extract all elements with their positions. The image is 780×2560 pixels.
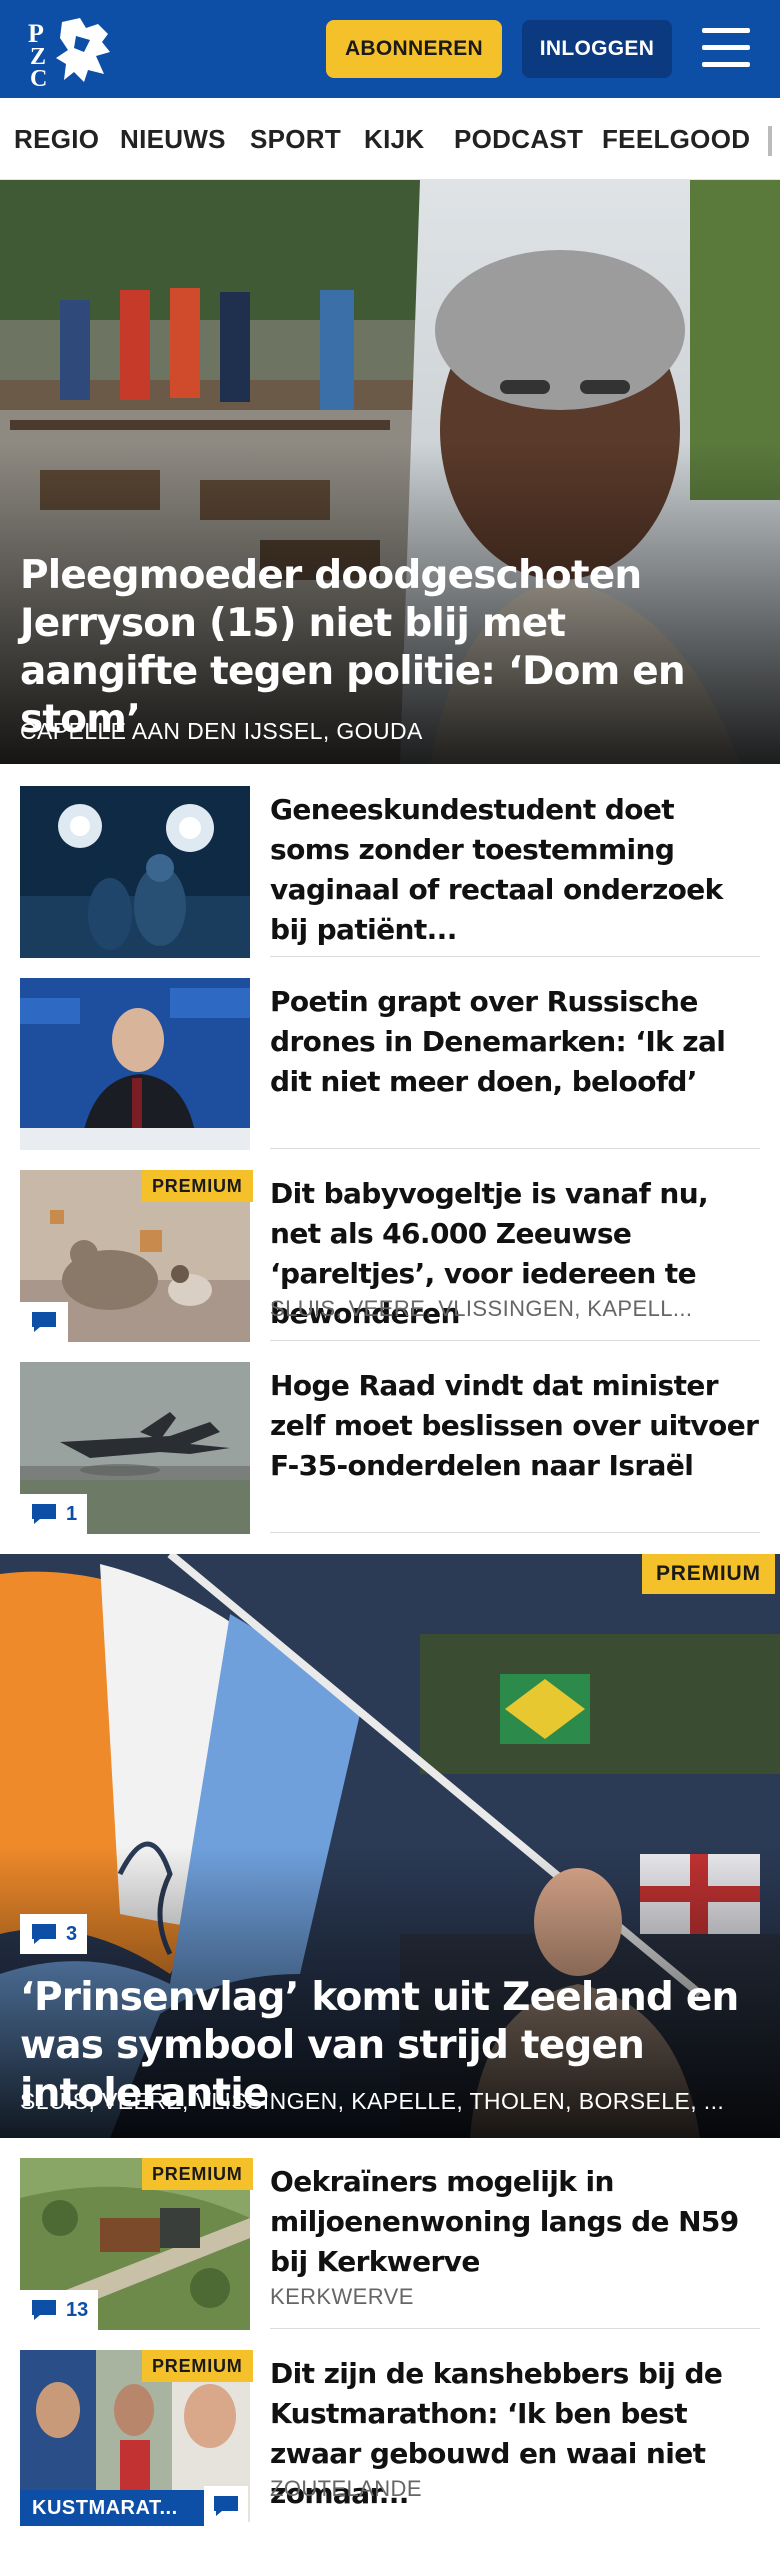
article-title[interactable]: Poetin grapt over Russische drones in De… <box>270 982 760 1102</box>
divider <box>270 2328 760 2329</box>
comment-icon <box>32 1924 56 1944</box>
nav-item-sport[interactable]: SPORT <box>250 124 341 155</box>
premium-badge: PREMIUM <box>142 2158 253 2190</box>
comment-button[interactable]: 3 <box>20 1914 88 1954</box>
nav-item-regio[interactable]: REGIO <box>14 124 99 155</box>
comment-icon <box>32 1312 56 1332</box>
divider <box>270 1532 760 1533</box>
comment-button[interactable]: 13 <box>20 2290 99 2330</box>
list-item[interactable]: PREMIUM Dit babyvogeltje is vanaf nu, ne… <box>20 1170 760 1342</box>
comment-button[interactable] <box>204 2486 248 2526</box>
comment-icon <box>32 1504 56 1524</box>
article-location: SLUIS, VEERE, VLISSINGEN, KAPELL... <box>270 1296 693 1321</box>
article-thumbnail-surgery <box>20 786 250 958</box>
comment-count: 13 <box>66 2298 89 2321</box>
section-nav: REGIO NIEUWS SPORT KIJK PODCAST FEELGOOD <box>0 98 780 180</box>
comment-count: 3 <box>66 1922 78 1945</box>
nav-item-feelgood[interactable]: FEELGOOD <box>602 124 750 155</box>
comment-icon <box>214 2496 238 2516</box>
premium-badge: PREMIUM <box>142 2350 253 2382</box>
premium-badge: PREMIUM <box>642 1554 775 1594</box>
divider <box>270 1340 760 1341</box>
pzc-logo[interactable]: P Z C <box>24 12 124 88</box>
article-location: ZOUTELANDE <box>270 2476 422 2501</box>
top-bar: P Z C ABONNEREN INLOGGEN <box>0 0 780 98</box>
premium-badge: PREMIUM <box>142 1170 253 1202</box>
nav-overflow-indicator <box>768 126 772 156</box>
list-item[interactable]: Geneeskundestudent doet soms zonder toes… <box>20 786 760 958</box>
hamburger-menu-icon[interactable] <box>698 24 754 72</box>
divider <box>270 1148 760 1149</box>
hero-article[interactable]: Pleegmoeder doodgeschoten Jerryson (15) … <box>0 180 780 764</box>
feature-location: SLUIS, VEERE, VLISSINGEN, KAPELLE, THOLE… <box>20 2088 725 2114</box>
list-item[interactable]: 1 Hoge Raad vindt dat minister zelf moet… <box>20 1362 760 1534</box>
nav-item-nieuws[interactable]: NIEUWS <box>120 124 226 155</box>
comment-button[interactable]: 1 <box>20 1494 88 1534</box>
comment-count: 1 <box>66 1502 78 1525</box>
nav-item-kijk[interactable]: KIJK <box>364 124 424 155</box>
article-location: KERKWERVE <box>270 2284 414 2309</box>
hero-location: CAPELLE AAN DEN IJSSEL, GOUDA <box>20 718 423 744</box>
article-title[interactable]: Oekraïners mogelijk in miljoenenwoning l… <box>270 2162 760 2282</box>
category-label[interactable]: KUSTMARAT... <box>20 2490 204 2526</box>
feature-article[interactable]: PREMIUM 3 ‘Prinsenvlag’ komt uit Zeeland… <box>0 1554 780 2138</box>
divider <box>270 956 760 957</box>
svg-text:C: C <box>30 66 47 88</box>
article-title[interactable]: Hoge Raad vindt dat minister zelf moet b… <box>270 1366 760 1486</box>
subscribe-button[interactable]: ABONNEREN <box>326 20 502 78</box>
article-thumbnail-putin <box>20 978 250 1150</box>
comment-icon <box>32 2300 56 2320</box>
nav-item-podcast[interactable]: PODCAST <box>454 124 583 155</box>
login-button[interactable]: INLOGGEN <box>522 20 672 78</box>
comment-button[interactable] <box>20 1302 68 1342</box>
list-item[interactable]: Poetin grapt over Russische drones in De… <box>20 978 760 1150</box>
article-title[interactable]: Geneeskundestudent doet soms zonder toes… <box>270 790 760 950</box>
hero-title[interactable]: Pleegmoeder doodgeschoten Jerryson (15) … <box>20 552 720 744</box>
list-item[interactable]: PREMIUM 13 Oekraïners mogelijk in miljoe… <box>20 2158 760 2330</box>
list-item[interactable]: PREMIUM KUSTMARAT... Dit zijn de kansheb… <box>20 2350 760 2526</box>
